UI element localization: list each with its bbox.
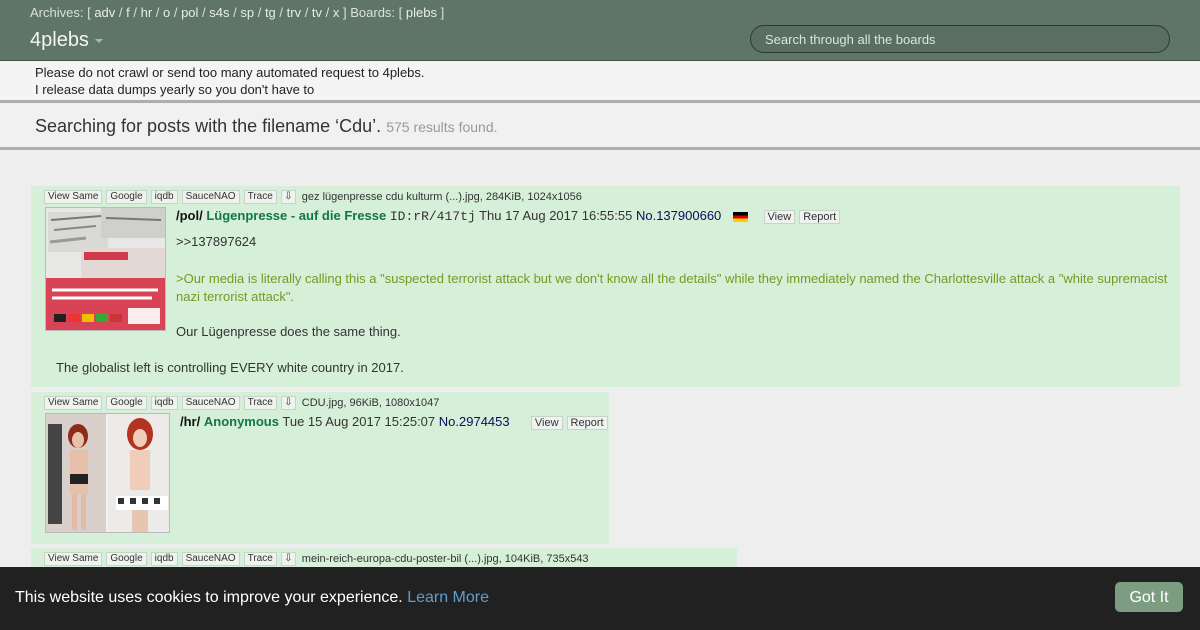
search-results-header: Searching for posts with the filename ‘C… xyxy=(0,104,1200,150)
archive-link-o[interactable]: o xyxy=(163,5,170,20)
post-number: 137900660 xyxy=(656,208,722,223)
archives-bar: Archives: [ adv / f / hr / o / pol / s4s… xyxy=(30,5,445,20)
greentext-line: >Our media is literally calling this a "… xyxy=(176,271,1168,304)
top-navbar: Archives: [ adv / f / hr / o / pol / s4s… xyxy=(0,0,1200,61)
archive-link-f[interactable]: f xyxy=(126,5,130,20)
brand-menu[interactable]: 4plebs xyxy=(30,29,103,52)
post-thumbnail[interactable] xyxy=(45,207,166,331)
post-number-link[interactable]: No.137900660 xyxy=(636,208,721,223)
archive-link-tg[interactable]: tg xyxy=(265,5,276,20)
view-same-button[interactable]: View Same xyxy=(44,552,103,566)
download-icon[interactable]: ⇩ xyxy=(280,190,296,204)
post-date: Tue 15 Aug 2017 15:25:07 xyxy=(282,414,436,429)
caret-down-icon xyxy=(94,38,103,43)
download-icon[interactable]: ⇩ xyxy=(280,552,296,566)
download-icon[interactable]: ⇩ xyxy=(280,396,296,410)
notice-panel: Please do not crawl or send too many aut… xyxy=(0,61,1200,103)
poster-id[interactable]: ID:rR/417tj xyxy=(390,209,476,224)
search-title-text: Searching for posts with the filename ‘C… xyxy=(35,116,382,136)
saucenao-button[interactable]: SauceNAO xyxy=(181,396,240,410)
thumbnail-image xyxy=(46,208,165,330)
learn-more-link[interactable]: Learn More xyxy=(407,589,489,606)
view-button[interactable]: View xyxy=(763,209,796,224)
archive-link-trv[interactable]: trv xyxy=(287,5,301,20)
board-link-plebs[interactable]: plebs xyxy=(406,5,437,20)
report-button[interactable]: Report xyxy=(799,209,841,224)
google-button[interactable]: Google xyxy=(106,396,147,410)
post-number-link[interactable]: No.2974453 xyxy=(439,414,510,429)
trace-button[interactable]: Trace xyxy=(243,396,277,410)
iqdb-button[interactable]: iqdb xyxy=(150,396,178,410)
german-flag-icon xyxy=(732,211,748,222)
cookie-banner: This website uses cookies to improve you… xyxy=(0,567,1200,630)
results-count: 575 results found. xyxy=(386,119,498,135)
archives-label: Archives: [ xyxy=(30,5,91,20)
post-2974453: View Same Google iqdb SauceNAO Trace ⇩ CDU.jpg… xyxy=(31,392,609,544)
notice-line-2: I release data dumps yearly so you don't… xyxy=(35,82,315,97)
search-input[interactable] xyxy=(750,25,1170,53)
archive-link-hr[interactable]: hr xyxy=(141,5,153,20)
post-3: View Same Google iqdb SauceNAO Trace ⇩ mein-re… xyxy=(31,548,737,567)
post-meta: /pol/ Lügenpresse - auf die Fresse ID:rR… xyxy=(176,208,841,224)
file-info: mein-reich-europa-cdu-poster-bil (...).j… xyxy=(301,553,589,565)
archive-link-x[interactable]: x xyxy=(333,5,340,20)
search-title: Searching for posts with the filename ‘C… xyxy=(35,116,498,137)
image-tools-row: View Same Google iqdb SauceNAO Trace ⇩ gez lüg… xyxy=(44,190,582,204)
post-number-label: No. xyxy=(438,414,459,429)
post-text-line: Our Lügenpresse does the same thing. xyxy=(176,324,401,339)
boards-label: ] Boards: [ xyxy=(343,5,403,20)
archive-link-sp[interactable]: sp xyxy=(240,5,254,20)
trace-button[interactable]: Trace xyxy=(243,190,277,204)
file-info: gez lügenpresse cdu kulturm (...).jpg, 2… xyxy=(301,191,582,203)
quote-link[interactable]: >>137897624 xyxy=(176,234,256,249)
image-tools-row: View Same Google iqdb SauceNAO Trace ⇩ mein-re… xyxy=(44,552,589,566)
notice-line-1: Please do not crawl or send too many aut… xyxy=(35,65,425,80)
saucenao-button[interactable]: SauceNAO xyxy=(181,190,240,204)
report-button[interactable]: Report xyxy=(566,415,608,430)
view-same-button[interactable]: View Same xyxy=(44,190,103,204)
archive-link-adv[interactable]: adv xyxy=(94,5,115,20)
post-date: Thu 17 Aug 2017 16:55:55 xyxy=(479,208,633,223)
google-button[interactable]: Google xyxy=(106,552,147,566)
brand-name: 4plebs xyxy=(30,29,89,51)
image-tools-row: View Same Google iqdb SauceNAO Trace ⇩ CDU.jpg… xyxy=(44,396,439,410)
archive-link-tv[interactable]: tv xyxy=(312,5,322,20)
board-link[interactable]: /pol/ xyxy=(176,208,203,223)
post-thumbnail[interactable] xyxy=(45,413,170,533)
thumbnail-image xyxy=(46,414,169,532)
archive-link-s4s[interactable]: s4s xyxy=(209,5,229,20)
iqdb-button[interactable]: iqdb xyxy=(150,190,178,204)
post-137900660: View Same Google iqdb SauceNAO Trace ⇩ gez lüg… xyxy=(31,186,1180,387)
saucenao-button[interactable]: SauceNAO xyxy=(181,552,240,566)
post-text-line: The globalist left is controlling EVERY … xyxy=(56,360,404,375)
got-it-button[interactable]: Got It xyxy=(1115,582,1183,612)
boards-end: ] xyxy=(440,5,445,20)
iqdb-button[interactable]: iqdb xyxy=(150,552,178,566)
cookie-message: This website uses cookies to improve you… xyxy=(15,589,489,607)
poster-name: Anonymous xyxy=(203,414,279,429)
google-button[interactable]: Google xyxy=(106,190,147,204)
archive-link-pol[interactable]: pol xyxy=(181,5,198,20)
cookie-text: This website uses cookies to improve you… xyxy=(15,589,403,606)
file-info: CDU.jpg, 96KiB, 1080x1047 xyxy=(301,397,440,409)
trace-button[interactable]: Trace xyxy=(243,552,277,566)
post-number-label: No. xyxy=(635,208,657,223)
post-number: 2974453 xyxy=(459,414,510,429)
view-same-button[interactable]: View Same xyxy=(44,396,103,410)
view-button[interactable]: View xyxy=(530,415,563,430)
post-meta: /hr/ Anonymous Tue 15 Aug 2017 15:25:07 … xyxy=(180,414,608,430)
board-link[interactable]: /hr/ xyxy=(180,414,200,429)
post-subject: Lügenpresse - auf die Fresse xyxy=(206,208,387,223)
